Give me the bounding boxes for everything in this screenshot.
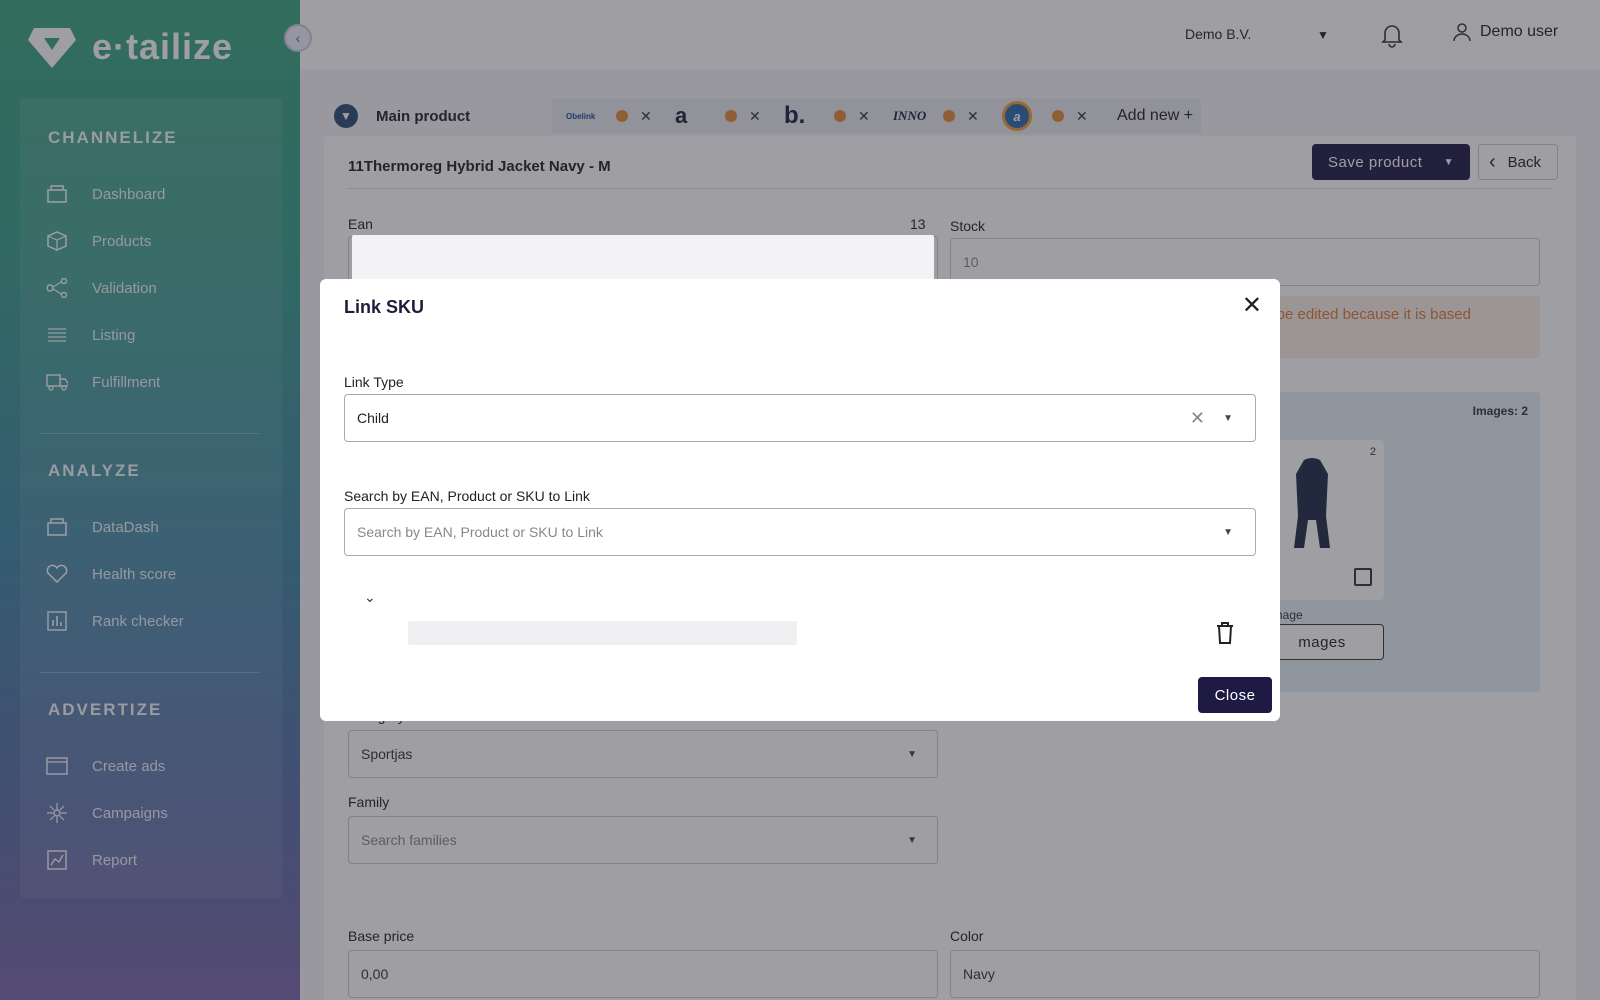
search-label: Search by EAN, Product or SKU to Link bbox=[344, 488, 590, 504]
clear-icon[interactable]: ✕ bbox=[1190, 408, 1205, 429]
caret-down-icon[interactable]: ▼ bbox=[1223, 527, 1233, 538]
trash-icon[interactable] bbox=[1214, 621, 1236, 645]
modal-title: Link SKU bbox=[344, 297, 425, 317]
search-placeholder: Search by EAN, Product or SKU to Link bbox=[357, 524, 603, 540]
loading-placeholder bbox=[408, 621, 797, 645]
link-type-select[interactable]: Child ✕ ▼ bbox=[344, 394, 1256, 442]
link-type-label: Link Type bbox=[344, 374, 404, 390]
sku-search-select[interactable]: Search by EAN, Product or SKU to Link ▼ bbox=[344, 508, 1256, 556]
close-button[interactable]: Close bbox=[1198, 677, 1272, 713]
chevron-down-icon[interactable]: ⌄ bbox=[364, 589, 376, 606]
link-type-value: Child bbox=[357, 410, 389, 426]
caret-down-icon[interactable]: ▼ bbox=[1223, 413, 1233, 424]
link-sku-modal: Link SKU ✕ Link Type Child ✕ ▼ Search by… bbox=[320, 279, 1280, 721]
close-icon[interactable]: ✕ bbox=[1242, 291, 1262, 320]
